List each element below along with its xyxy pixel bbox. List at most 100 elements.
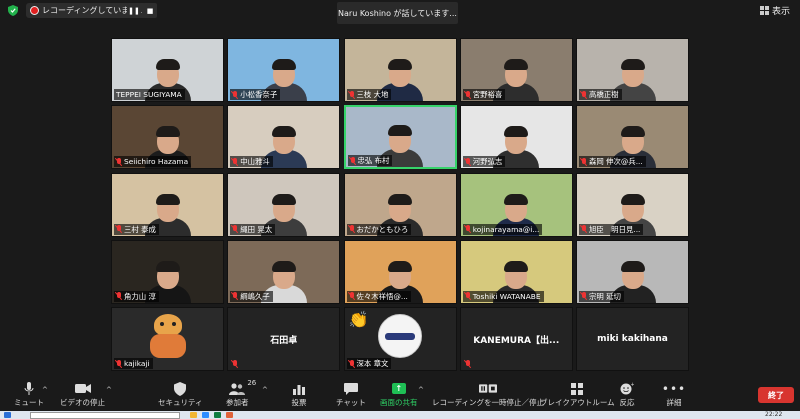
view-label: 表示 bbox=[772, 7, 791, 17]
end-meeting-button[interactable]: 終了 bbox=[758, 387, 794, 403]
taskbar-search-field[interactable] bbox=[30, 412, 180, 419]
powerpoint-icon[interactable] bbox=[226, 412, 233, 418]
participant-tile[interactable]: 旭臣 明日見... bbox=[576, 172, 689, 237]
participants-button[interactable]: 26 参加者 bbox=[226, 379, 256, 410]
microphone-icon bbox=[20, 380, 38, 397]
excel-icon[interactable] bbox=[214, 412, 221, 418]
mic-muted-icon bbox=[116, 225, 122, 233]
participant-name-label: 小松香奈子 bbox=[230, 89, 281, 100]
participant-tile[interactable]: Toshiki WATANABE bbox=[459, 239, 573, 304]
participant-name-label: 河野弘志 bbox=[462, 156, 506, 168]
recording-dot-icon bbox=[30, 6, 39, 15]
participant-tile[interactable]: 三枝 大地 bbox=[343, 38, 457, 102]
security-shield-toolbar-icon bbox=[171, 380, 189, 397]
participant-name: 中山雅斗 bbox=[240, 157, 270, 167]
participant-name-label: 旭臣 明日見... bbox=[579, 223, 644, 235]
participant-tile[interactable]: 小松香奈子 bbox=[227, 38, 341, 102]
mic-muted-icon bbox=[116, 292, 122, 300]
participant-tile[interactable]: kojinarayama@i... bbox=[459, 172, 573, 237]
share-screen-button[interactable]: ↑ 画面の共有 bbox=[380, 380, 418, 410]
participant-tile[interactable]: kajikaji bbox=[111, 307, 224, 371]
mic-muted-icon bbox=[581, 292, 587, 300]
mic-muted-icon bbox=[349, 292, 355, 300]
participant-tile[interactable]: 石田卓 bbox=[227, 307, 341, 371]
reactions-button[interactable]: + 反応 bbox=[618, 380, 636, 410]
mic-muted-icon bbox=[581, 157, 587, 166]
mic-muted-icon bbox=[349, 359, 355, 368]
participant-name-label: kajikaji bbox=[114, 358, 153, 369]
zoom-app-icon[interactable] bbox=[202, 412, 209, 418]
top-bar: レコーディングしています... ❚❚ ■ Naru Koshino が話していま… bbox=[0, 0, 800, 24]
mute-label: ミュート bbox=[14, 398, 44, 407]
participant-name: 忠弘 布村 bbox=[357, 156, 390, 166]
chat-button[interactable]: チャット bbox=[336, 380, 366, 410]
participant-name: 綱嶋久子 bbox=[240, 291, 270, 301]
participant-tile[interactable]: 佐々木祥悟@... bbox=[343, 239, 457, 304]
participant-tile[interactable]: 森岡 伸次@兵... bbox=[576, 105, 689, 170]
participant-tile[interactable]: 三村 泰成 bbox=[111, 172, 224, 237]
mute-button[interactable]: ミュート bbox=[14, 380, 44, 410]
participant-tile[interactable]: 高橋正樹 bbox=[576, 38, 689, 102]
more-button[interactable]: ••• 詳細 bbox=[661, 380, 687, 410]
security-button[interactable]: セキュリティ bbox=[158, 380, 203, 410]
mute-options-caret-icon[interactable]: ^ bbox=[42, 386, 48, 394]
active-speaker-label: Naru Koshino が話しています... bbox=[337, 2, 458, 24]
participant-mute-badge bbox=[230, 358, 243, 369]
participant-tile[interactable]: 👏 深本 章文 bbox=[343, 307, 457, 371]
participant-name: 縄田 晃太 bbox=[240, 224, 273, 234]
video-options-caret-icon[interactable]: ^ bbox=[106, 386, 112, 394]
participant-tile[interactable]: おだかともひろ bbox=[343, 172, 457, 237]
participant-tile[interactable]: 河野弘志 bbox=[459, 105, 573, 170]
participant-tile[interactable]: 宮野裕喜 bbox=[459, 38, 573, 102]
participant-tile[interactable]: 角力山 淳 bbox=[111, 239, 224, 304]
participant-tile[interactable]: TEPPEI SUGIYAMA bbox=[111, 38, 224, 102]
windows-start-icon[interactable] bbox=[4, 412, 11, 418]
poll-button[interactable]: 投票 bbox=[290, 380, 308, 410]
breakout-rooms-button[interactable]: ブレイクアウトルーム bbox=[540, 380, 615, 410]
view-button[interactable]: 表示 bbox=[760, 4, 790, 17]
breakout-rooms-icon bbox=[568, 380, 586, 397]
participant-tile[interactable]: 宗明 延切 bbox=[576, 239, 689, 304]
more-label: 詳細 bbox=[666, 398, 682, 407]
participant-name-center: miki kakihana bbox=[597, 334, 668, 344]
participants-icon: 26 bbox=[228, 379, 256, 397]
participant-name-label: 角力山 淳 bbox=[114, 290, 159, 302]
participant-tile[interactable]: KANEMURA【出... bbox=[459, 307, 573, 371]
participant-tile[interactable]: 中山雅斗 bbox=[227, 105, 341, 170]
reactions-label: 反応 bbox=[619, 398, 635, 407]
participants-options-caret-icon[interactable]: ^ bbox=[262, 386, 268, 394]
mic-muted-icon bbox=[349, 225, 355, 233]
participant-name: Seiichiro Hazama bbox=[124, 157, 189, 167]
participant-name-center: 石田卓 bbox=[270, 335, 298, 346]
mic-muted-icon bbox=[232, 359, 238, 368]
file-explorer-icon[interactable] bbox=[190, 412, 197, 418]
security-shield-icon[interactable] bbox=[8, 5, 18, 16]
stop-video-button[interactable]: ビデオの停止 bbox=[60, 380, 105, 410]
pause-stop-recording-button[interactable]: レコーディングを一時停止／停止 bbox=[432, 380, 544, 410]
chat-label: チャット bbox=[336, 398, 366, 407]
mic-muted-icon bbox=[465, 225, 471, 233]
participant-name-label: 森岡 伸次@兵... bbox=[579, 156, 646, 168]
participant-tile[interactable]: 忠弘 布村 bbox=[343, 105, 457, 170]
mic-muted-icon bbox=[465, 359, 471, 368]
participant-tile[interactable]: 縄田 晃太 bbox=[227, 172, 341, 237]
gallery-view: TEPPEI SUGIYAMA 小松香奈子 三枝 大地 宮野裕喜 高橋正樹 Seiichi… bbox=[111, 38, 689, 371]
share-options-caret-icon[interactable]: ^ bbox=[418, 386, 424, 394]
participant-name: kajikaji bbox=[124, 359, 150, 368]
participant-name-label: 佐々木祥悟@... bbox=[346, 290, 411, 302]
participant-tile[interactable]: miki kakihana bbox=[576, 307, 689, 371]
stop-recording-button[interactable]: ■ bbox=[143, 3, 157, 18]
breakout-rooms-label: ブレイクアウトルーム bbox=[540, 398, 615, 407]
mic-muted-icon bbox=[465, 90, 471, 99]
participant-name: 三村 泰成 bbox=[124, 224, 156, 234]
taskbar-clock: 22:22 bbox=[765, 411, 783, 418]
mic-muted-icon bbox=[581, 90, 587, 99]
mic-muted-icon bbox=[232, 292, 238, 300]
participant-name-label: Toshiki WATANABE bbox=[462, 290, 544, 302]
participant-name: kojinarayama@i... bbox=[472, 224, 540, 234]
participant-tile[interactable]: Seiichiro Hazama bbox=[111, 105, 224, 170]
pause-recording-button[interactable]: ❚❚ bbox=[127, 3, 141, 18]
more-dots-icon: ••• bbox=[661, 381, 687, 396]
participant-tile[interactable]: 綱嶋久子 bbox=[227, 239, 341, 304]
share-screen-icon: ↑ bbox=[390, 380, 408, 397]
